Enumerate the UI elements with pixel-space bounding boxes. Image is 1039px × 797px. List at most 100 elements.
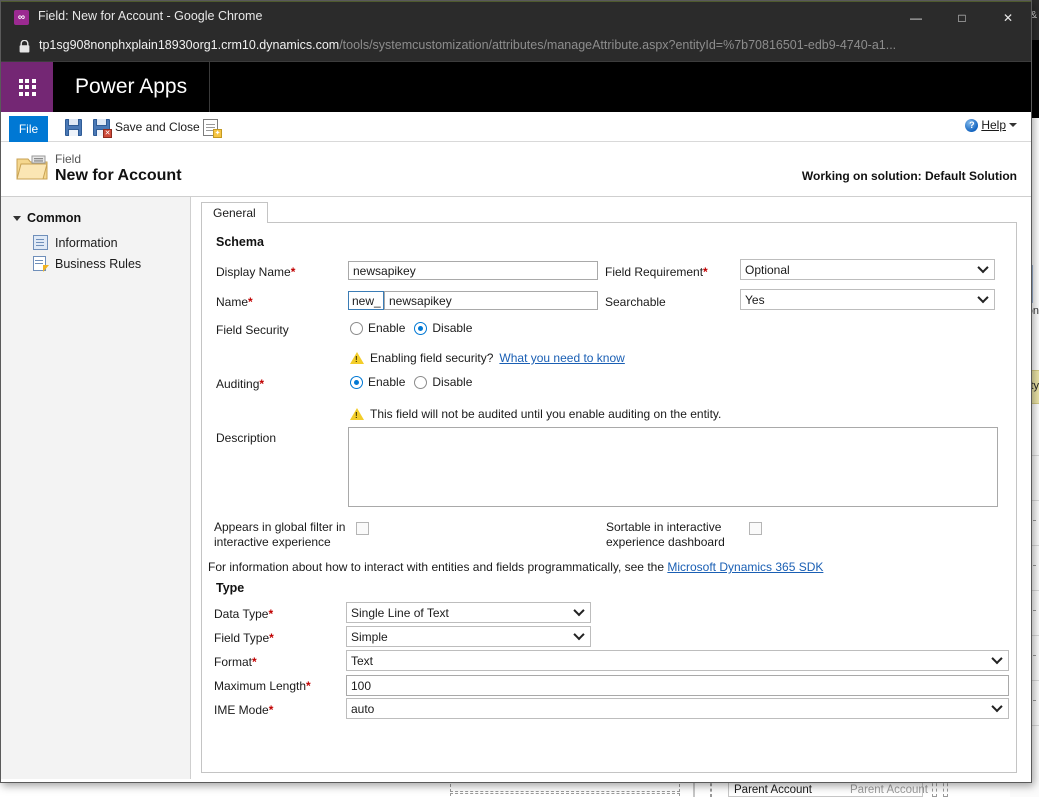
- auditing-disable-radio[interactable]: Disable: [414, 375, 472, 389]
- description-label: Description: [216, 431, 277, 445]
- save-and-close-button[interactable]: ✕ Save and Close: [93, 115, 200, 139]
- name-prefix-input[interactable]: [348, 291, 384, 310]
- url-host: tp1sg908nonphxplain18930org1.crm10.dynam…: [39, 38, 340, 52]
- bg-bottom-field-label: Parent Account: [734, 784, 812, 796]
- save-icon: [65, 118, 82, 136]
- auditing-enable-radio[interactable]: Enable: [350, 375, 405, 389]
- information-icon: [33, 235, 48, 250]
- file-tab[interactable]: File: [9, 116, 48, 142]
- window-controls: — □ ✕: [893, 2, 1031, 33]
- sortable-label-line2: experience dashboard: [606, 535, 725, 549]
- required-marker: *: [268, 607, 274, 621]
- address-bar-url[interactable]: tp1sg908nonphxplain18930org1.crm10.dynam…: [39, 38, 1024, 52]
- data-type-select-wrap: Single Line of Text: [346, 602, 591, 623]
- name-label: Name*: [216, 295, 253, 309]
- business-rules-icon: [33, 256, 49, 272]
- maximum-length-label: Maximum Length*: [214, 679, 311, 693]
- auditing-disable-label: Disable: [432, 375, 473, 389]
- close-button[interactable]: ✕: [985, 2, 1031, 33]
- nav-group-common[interactable]: Common: [13, 211, 81, 225]
- auditing-enable-label: Enable: [368, 375, 406, 389]
- required-marker: *: [703, 265, 708, 279]
- new-record-icon: ✦: [203, 118, 222, 138]
- radio-indicator-selected: [350, 375, 363, 389]
- sidebar-item-business-rules[interactable]: Business Rules: [33, 256, 142, 272]
- save-button[interactable]: [65, 115, 82, 139]
- browser-address-bar[interactable]: tp1sg908nonphxplain18930org1.crm10.dynam…: [1, 32, 1031, 62]
- tabstrip: General: [201, 202, 1017, 223]
- new-record-button[interactable]: ✦: [203, 115, 222, 139]
- field-security-warning-text: Enabling field security?: [370, 351, 494, 365]
- maximize-button[interactable]: □: [939, 2, 985, 33]
- page-content: Common Information Business Rules Genera…: [1, 196, 1031, 779]
- app-launcher-waffle-icon: [18, 78, 36, 96]
- ime-mode-select-wrap: auto: [346, 698, 1009, 719]
- power-apps-header: Power Apps: [1, 62, 1031, 112]
- field-type-select-wrap: Simple: [346, 626, 591, 647]
- global-filter-label-line2: interactive experience: [214, 535, 331, 549]
- chevron-down-icon: [1009, 123, 1017, 127]
- chrome-browser-window: ∞ Field: New for Account - Google Chrome…: [0, 0, 1032, 783]
- sidebar-item-label: Information: [55, 235, 118, 250]
- format-label: Format*: [214, 655, 257, 669]
- nav-group-label: Common: [27, 211, 82, 225]
- left-navigation: Common Information Business Rules: [1, 196, 191, 779]
- global-filter-label-line1: Appears in global filter in: [214, 520, 346, 534]
- field-type-label: Field Type*: [214, 631, 274, 645]
- command-ribbon: File ✕ Save and Close ✦ ? Help: [1, 112, 1031, 142]
- url-path: /tools/systemcustomization/attributes/ma…: [339, 38, 897, 52]
- maximum-length-input[interactable]: [346, 675, 1009, 696]
- searchable-label: Searchable: [605, 295, 666, 309]
- format-select-wrap: Text: [346, 650, 1009, 671]
- field-security-warning-link[interactable]: What you need to know: [499, 351, 624, 365]
- ime-mode-label: IME Mode*: [214, 703, 274, 717]
- warning-icon: [350, 352, 364, 364]
- field-security-disable-radio[interactable]: Disable: [414, 321, 472, 335]
- help-button[interactable]: ? Help: [965, 118, 1017, 132]
- window-title: Field: New for Account - Google Chrome: [38, 9, 263, 23]
- product-name: Power Apps: [53, 62, 211, 112]
- data-type-label: Data Type*: [214, 607, 274, 621]
- field-requirement-select-wrap: Optional: [740, 259, 995, 280]
- field-security-label: Field Security: [216, 323, 289, 337]
- sortable-label-line1: Sortable in interactive: [606, 520, 722, 534]
- ime-mode-select[interactable]: auto: [346, 698, 1009, 719]
- type-section-heading: Type: [216, 581, 245, 595]
- app-launcher-button[interactable]: [1, 62, 53, 112]
- bg-bottom-field-placeholder: Parent Account: [850, 784, 928, 796]
- auditing-radio-group: Enable Disable: [350, 375, 472, 389]
- help-icon: ?: [965, 118, 979, 132]
- description-textarea[interactable]: [348, 427, 998, 507]
- required-marker: *: [259, 377, 265, 391]
- minimize-button[interactable]: —: [893, 2, 939, 33]
- close-badge-icon: ✕: [103, 128, 112, 138]
- field-security-enable-radio[interactable]: Enable: [350, 321, 405, 335]
- field-type-select[interactable]: Simple: [346, 626, 591, 647]
- global-filter-checkbox[interactable]: [356, 522, 369, 535]
- display-name-input[interactable]: [348, 261, 598, 280]
- name-input[interactable]: [384, 291, 598, 310]
- format-select[interactable]: Text: [346, 650, 1009, 671]
- required-marker: *: [269, 631, 274, 645]
- tab-general[interactable]: General: [201, 202, 268, 223]
- field-requirement-select[interactable]: Optional: [740, 259, 995, 280]
- bg-bottom-dashbox: [450, 793, 680, 797]
- required-marker: *: [248, 295, 253, 309]
- power-apps-favicon: ∞: [14, 10, 29, 25]
- searchable-select[interactable]: Yes: [740, 289, 995, 310]
- save-and-close-icon: ✕: [93, 118, 112, 138]
- sdk-note-link[interactable]: Microsoft Dynamics 365 SDK: [667, 560, 823, 574]
- sidebar-item-information[interactable]: Information: [33, 235, 118, 250]
- data-type-select[interactable]: Single Line of Text: [346, 602, 591, 623]
- auditing-warning-text: This field will not be audited until you…: [370, 407, 722, 421]
- field-security-enable-label: Enable: [368, 321, 406, 335]
- sdk-note: For information about how to interact wi…: [208, 560, 823, 574]
- page-kicker: Field: [55, 152, 82, 166]
- auditing-warning: This field will not be audited until you…: [350, 407, 721, 421]
- sidebar-item-label: Business Rules: [55, 256, 142, 271]
- help-label: Help: [981, 118, 1006, 132]
- display-name-label: Display Name*: [216, 265, 296, 279]
- new-badge-icon: ✦: [213, 128, 222, 138]
- collapse-arrow-icon: [13, 215, 21, 221]
- sortable-checkbox[interactable]: [749, 522, 762, 535]
